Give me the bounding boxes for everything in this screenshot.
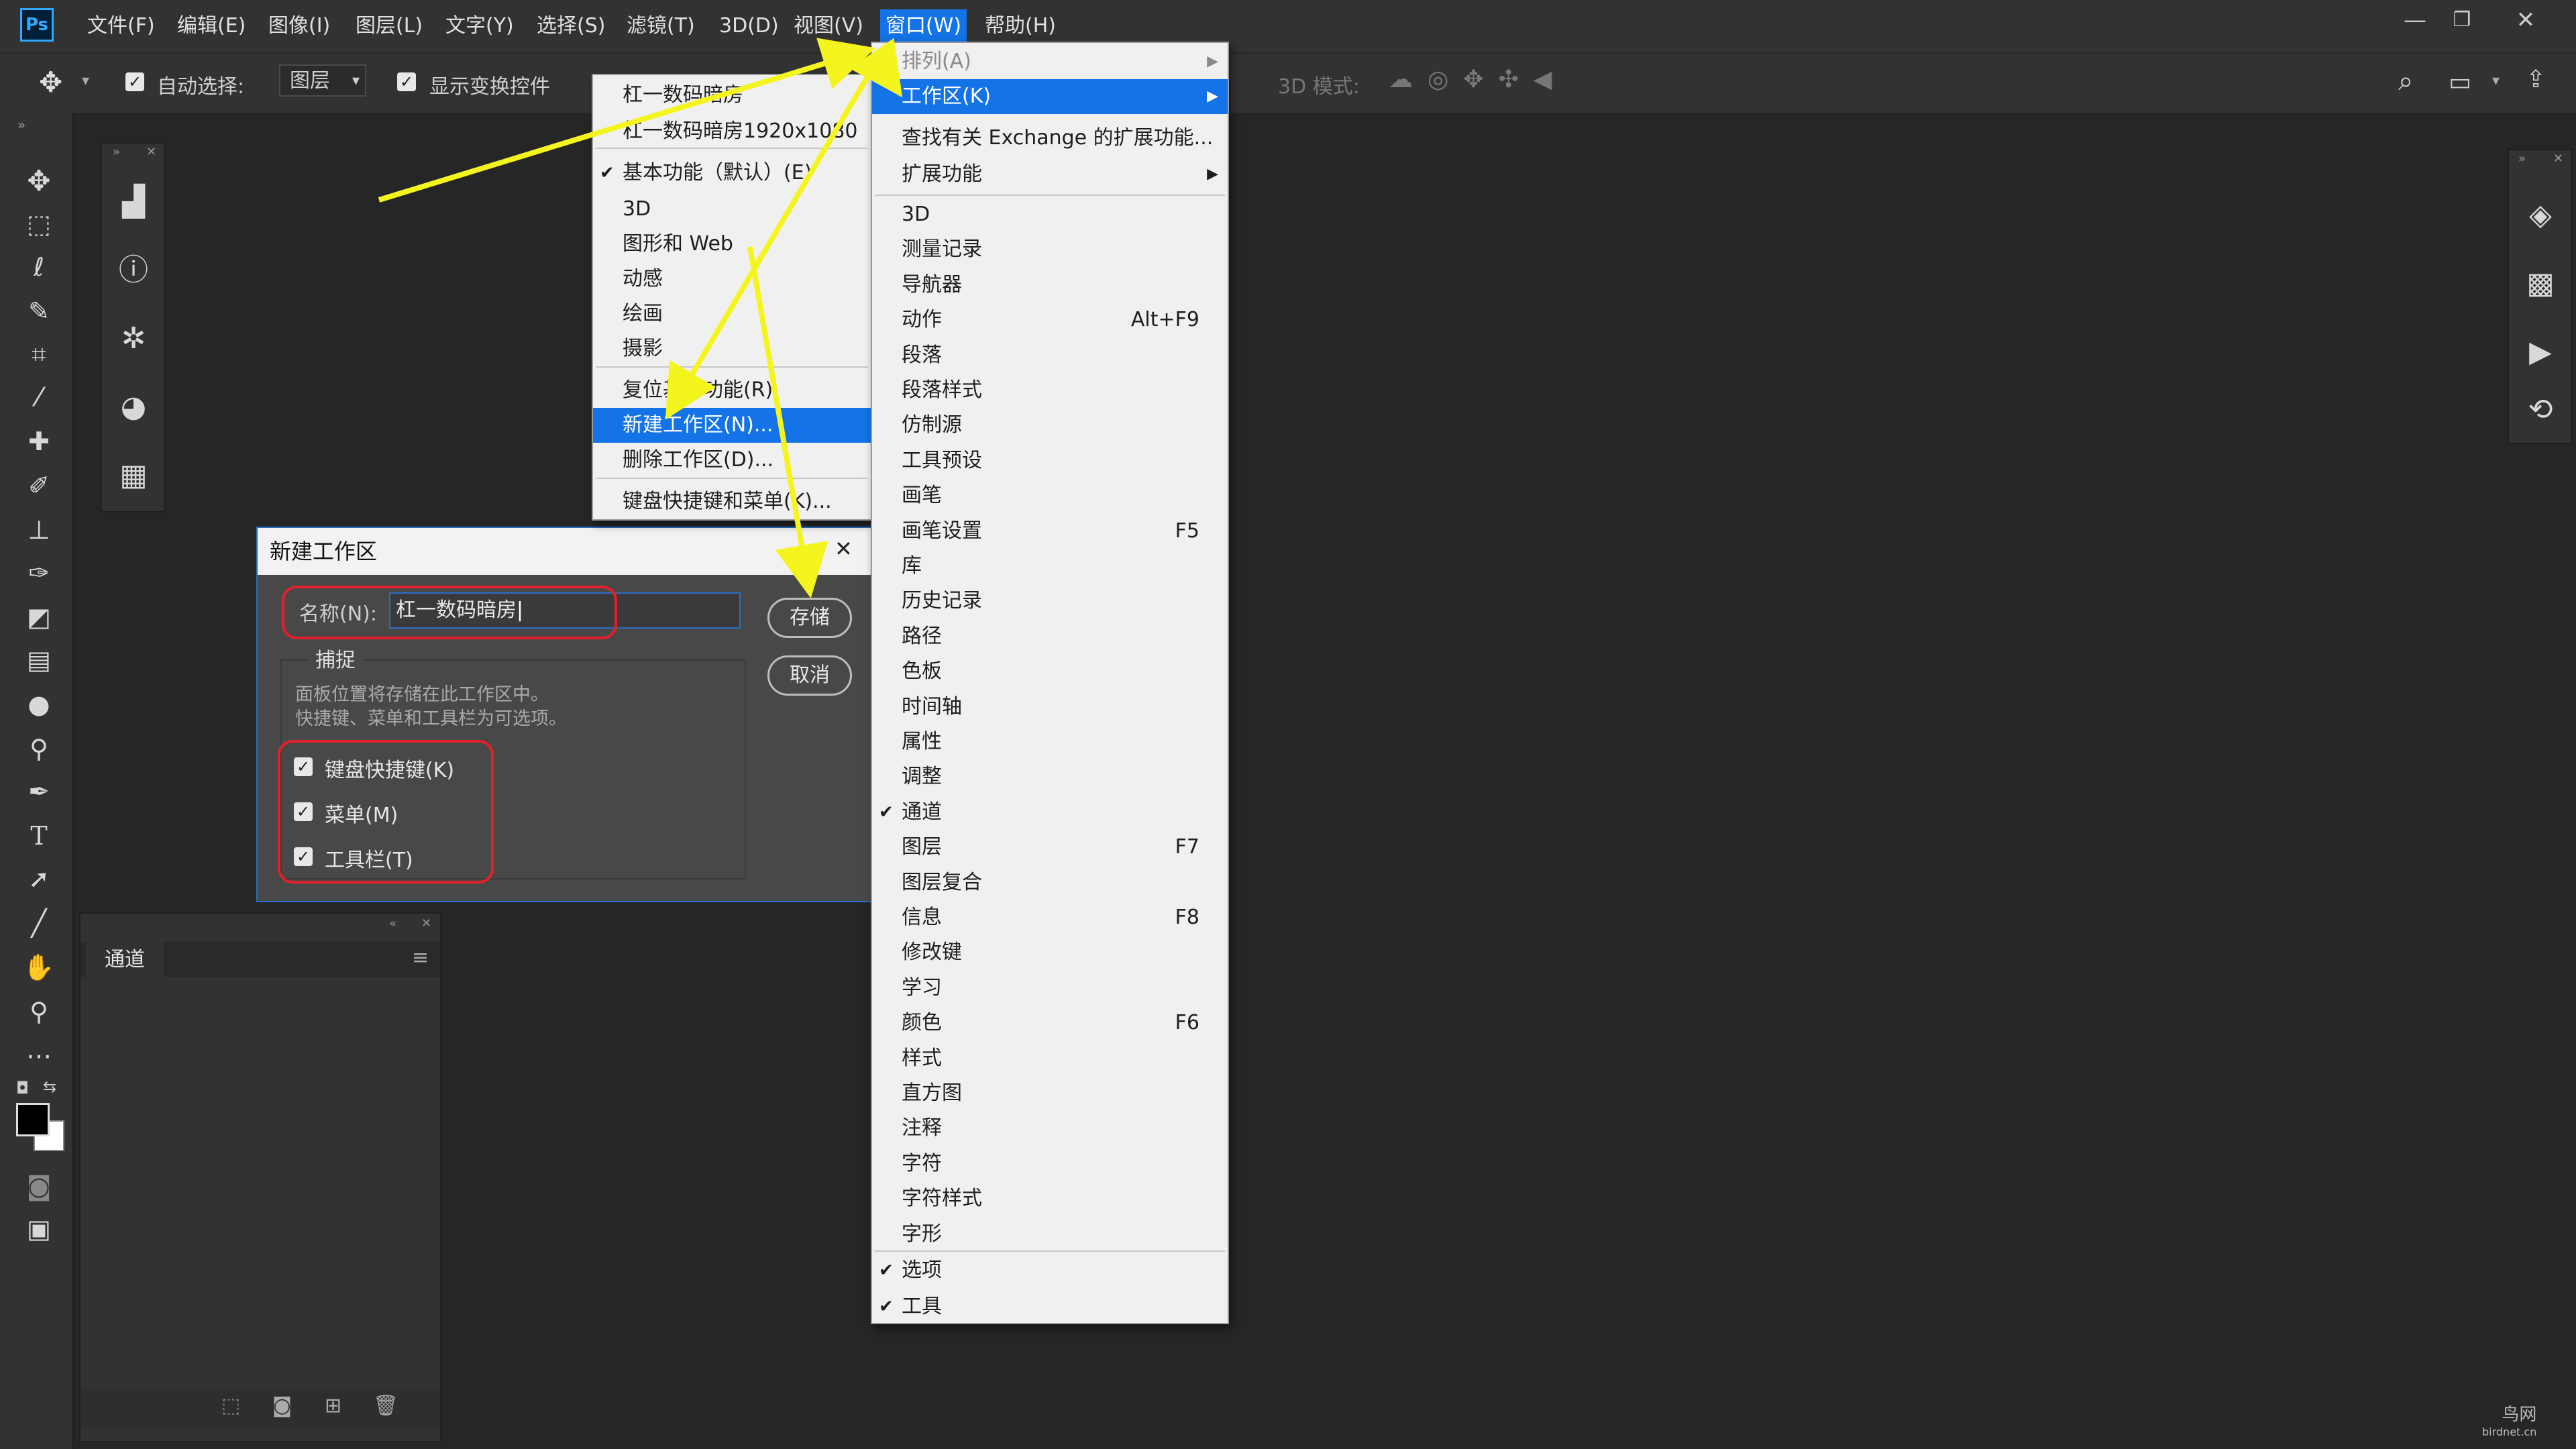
arrow-to-window-menu: [378, 38, 876, 203]
arrow-to-new-workspace: [665, 56, 881, 420]
annotation-arrows: [378, 38, 903, 598]
watermark-title: 鸟网: [2502, 1405, 2537, 1425]
arrow-to-save-button: [747, 246, 828, 598]
watermark-url: birdnet.cn: [2482, 1426, 2537, 1438]
watermark: 鸟网 birdnet.cn: [2482, 1401, 2536, 1438]
